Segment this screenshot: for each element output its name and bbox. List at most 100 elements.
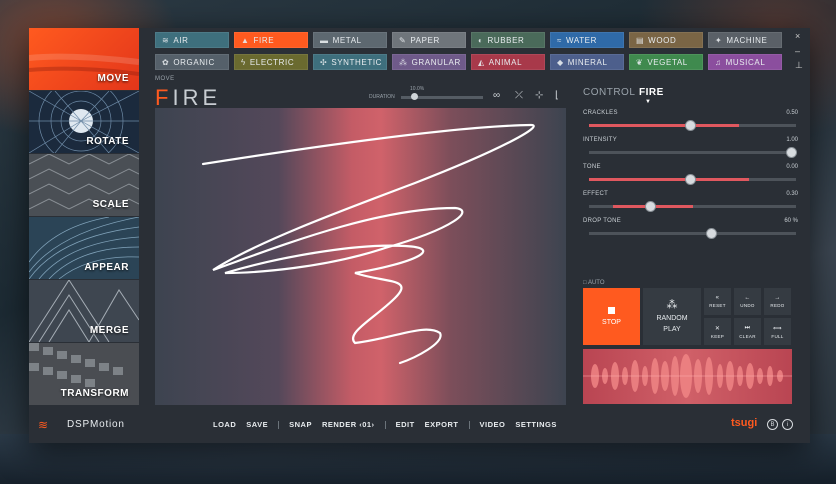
minimize-icon[interactable]: – (795, 46, 800, 56)
keep-icon: ✕ (714, 325, 721, 332)
sidebar-item-move[interactable]: MOVE (29, 28, 139, 90)
info-icon[interactable]: i (782, 419, 793, 430)
category-machine[interactable]: ✦ MACHINE (708, 32, 782, 48)
close-icon[interactable]: × (795, 31, 800, 41)
clear-icon: ⏭ (744, 324, 751, 331)
menu-video[interactable]: VIDEO (480, 420, 506, 429)
category-synthetic[interactable]: ✣ SYNTHETIC (313, 54, 387, 70)
animal-icon: ◭ (478, 57, 485, 67)
sidebar: MOVE ROTATE SCALE APPEAR MERGE TRANSFORM (29, 28, 139, 405)
sidebar-item-label: MERGE (89, 325, 129, 336)
sidebar-item-appear[interactable]: APPEAR (29, 217, 139, 279)
drop-tone-slider-knob[interactable] (706, 228, 717, 239)
mineral-icon: ◆ (557, 57, 564, 67)
drop-tone-slider[interactable] (589, 232, 796, 235)
sidebar-item-label: TRANSFORM (60, 388, 129, 399)
ball-icon: ◐ (478, 35, 484, 45)
redo-icon: → (774, 295, 781, 301)
bottom-menu: LOAD SAVE SNAP RENDER ‹01› EDIT EXPORT V… (213, 420, 567, 429)
app-window: MOVE ROTATE SCALE APPEAR MERGE TRANSFORM… (29, 28, 810, 443)
reset-button[interactable]: «RESET (704, 288, 731, 315)
menu-edit[interactable]: EDIT (396, 420, 415, 429)
split-icon[interactable]: ⤫ (515, 90, 523, 101)
waveform-display[interactable] (583, 349, 792, 404)
menu-settings[interactable]: SETTINGS (515, 420, 557, 429)
menu-divider (384, 420, 386, 429)
paper-icon: ✎ (399, 35, 407, 45)
menu-divider (468, 420, 470, 429)
random-icon: ⁂ (666, 299, 678, 312)
full-button[interactable]: ⟺ FULL (764, 318, 791, 345)
menu-divider (278, 420, 280, 429)
note-icon: ♫ (715, 57, 722, 67)
category-electric[interactable]: ϟ ELECTRIC (234, 54, 308, 70)
random-play-button[interactable]: ⁂ RANDOM PLAY (643, 288, 701, 345)
leaf-icon: ❦ (636, 57, 644, 67)
sidebar-item-scale[interactable]: SCALE (29, 154, 139, 216)
tsugi-brand[interactable]: tsugi (731, 417, 757, 429)
app-logo-text: DSPMotion (67, 419, 125, 430)
effect-slider-knob[interactable] (645, 201, 656, 212)
flame-icon: ▲ (241, 35, 250, 45)
reset-icon: « (715, 295, 720, 301)
waveform-tool-icon[interactable]: ⊹ (535, 90, 543, 101)
sidebar-item-label: ROTATE (86, 136, 129, 147)
stop-icon (608, 307, 615, 314)
curve-tool-icon[interactable]: ⌊ (555, 90, 559, 101)
menu-load[interactable]: LOAD (213, 420, 236, 429)
category-wood[interactable]: ▤ WOOD (629, 32, 703, 48)
control-label: CONTROL (583, 87, 636, 98)
intensity-slider[interactable] (589, 151, 796, 154)
menu-snap[interactable]: SNAP (289, 420, 312, 429)
category-metal[interactable]: ▬ METAL (313, 32, 387, 48)
loop-icon[interactable]: ∞ (493, 90, 500, 101)
sidebar-item-transform[interactable]: TRANSFORM (29, 343, 139, 405)
organic-icon: ✿ (162, 57, 170, 67)
undo-button[interactable]: ← UNDO (734, 288, 761, 315)
bolt-icon: ϟ (241, 57, 246, 67)
category-fire[interactable]: ▲ FIRE (234, 32, 308, 48)
wind-icon: ≋ (162, 35, 170, 45)
category-granular[interactable]: ⁂ GRANULAR (392, 54, 466, 70)
category-vegetal[interactable]: ❦ VEGETAL (629, 54, 703, 70)
b-icon[interactable]: B (767, 419, 778, 430)
category-air[interactable]: ≋ AIR (155, 32, 229, 48)
crackles-slider-knob[interactable] (685, 120, 696, 131)
wood-icon: ▤ (636, 35, 645, 45)
redo-button[interactable]: → REDO (764, 288, 791, 315)
sidebar-item-merge[interactable]: MERGE (29, 280, 139, 342)
wave-icon: ≈ (557, 35, 562, 45)
intensity-slider-knob[interactable] (786, 147, 797, 158)
category-organic[interactable]: ✿ ORGANIC (155, 54, 229, 70)
category-animal[interactable]: ◭ ANIMAL (471, 54, 545, 70)
motion-path (201, 123, 535, 365)
category-water[interactable]: ≈ WATER (550, 32, 624, 48)
menu-render[interactable]: RENDER ‹01› (322, 420, 375, 429)
undo-icon: ← (744, 295, 751, 301)
menu-save[interactable]: SAVE (246, 420, 268, 429)
duration-slider-knob[interactable] (411, 93, 418, 100)
pin-icon[interactable]: ⊥ (795, 60, 803, 71)
clear-button[interactable]: ⏭ CLEAR (734, 318, 761, 345)
menu-export[interactable]: EXPORT (425, 420, 459, 429)
caret-down-icon[interactable]: ▼ (645, 99, 651, 105)
category-musical[interactable]: ♫ MUSICAL (708, 54, 782, 70)
category-mineral[interactable]: ◆ MINERAL (550, 54, 624, 70)
dspmotion-logo-icon: ≋ (38, 418, 49, 432)
auto-toggle[interactable]: □ AUTO (583, 280, 605, 286)
wrench-icon: ✦ (715, 35, 723, 45)
synth-icon: ✣ (320, 57, 328, 67)
keep-button[interactable]: ✕ KEEP (704, 318, 731, 345)
category-paper[interactable]: ✎ PAPER (392, 32, 466, 48)
full-icon: ⟺ (773, 325, 782, 332)
category-rubber[interactable]: ◐ RUBBER (471, 32, 545, 48)
stop-button[interactable]: STOP (583, 288, 640, 345)
duration-label: DURATION (369, 94, 395, 100)
duration-value: 10.0% (410, 86, 425, 92)
sidebar-item-label: SCALE (92, 199, 129, 210)
sidebar-item-rotate[interactable]: ROTATE (29, 91, 139, 153)
control-selector[interactable]: FIRE (639, 87, 664, 98)
tone-slider-knob[interactable] (685, 174, 696, 185)
motion-drawing-canvas[interactable] (155, 108, 566, 405)
waveform (583, 354, 792, 398)
